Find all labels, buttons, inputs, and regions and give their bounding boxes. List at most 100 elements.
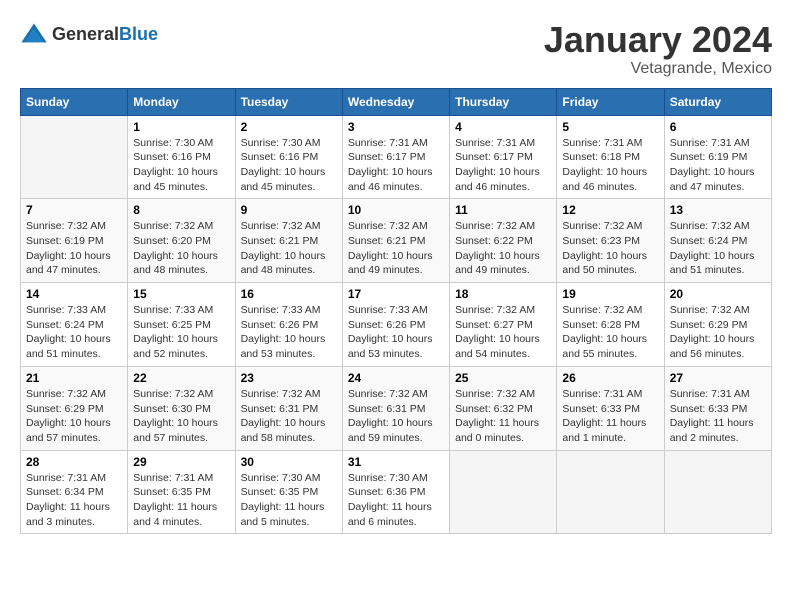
calendar-header-row: Sunday Monday Tuesday Wednesday Thursday… xyxy=(21,88,772,115)
title-block: January 2024 Vetagrande, Mexico xyxy=(544,20,772,78)
day-number: 8 xyxy=(133,203,229,217)
calendar-cell-w1-d1: 1Sunrise: 7:30 AM Sunset: 6:16 PM Daylig… xyxy=(128,115,235,199)
calendar-cell-w4-d5: 26 Sunrise: 7:31 AM Sunset: 6:33 PM Dayli… xyxy=(557,366,664,450)
day-info: Sunrise: 7:30 AM Sunset: 6:16 PM Dayligh… xyxy=(241,136,337,195)
calendar-cell-w2-d4: 11 Sunrise: 7:32 AM Sunset: 6:22 PM Dayli… xyxy=(450,199,557,283)
day-info: Sunrise: 7:31 AM Sunset: 6:17 PM Dayligh… xyxy=(348,136,444,195)
calendar-cell-w5-d6 xyxy=(664,450,771,534)
day-number: 7 xyxy=(26,203,122,217)
day-info: Sunrise: 7:32 AM Sunset: 6:32 PM Dayligh… xyxy=(455,387,551,446)
day-number: 5 xyxy=(562,120,658,134)
day-info: Sunrise: 7:31 AM Sunset: 6:18 PM Dayligh… xyxy=(562,136,658,195)
day-number: 15 xyxy=(133,287,229,301)
calendar-cell-w5-d0: 28 Sunrise: 7:31 AM Sunset: 6:34 PM Dayli… xyxy=(21,450,128,534)
calendar-cell-w5-d5 xyxy=(557,450,664,534)
calendar-week-4: 21Sunrise: 7:32 AM Sunset: 6:29 PM Dayli… xyxy=(21,366,772,450)
day-number: 2 xyxy=(241,120,337,134)
calendar-cell-w4-d2: 23 Sunrise: 7:32 AM Sunset: 6:31 PM Dayli… xyxy=(235,366,342,450)
day-number: 4 xyxy=(455,120,551,134)
day-info: Sunrise: 7:32 AM Sunset: 6:28 PM Dayligh… xyxy=(562,303,658,362)
day-info: Sunrise: 7:31 AM Sunset: 6:34 PM Dayligh… xyxy=(26,471,122,530)
day-info: Sunrise: 7:31 AM Sunset: 6:33 PM Dayligh… xyxy=(562,387,658,446)
day-number: 30 xyxy=(241,455,337,469)
calendar-subtitle: Vetagrande, Mexico xyxy=(544,60,772,78)
day-number: 11 xyxy=(455,203,551,217)
day-info: Sunrise: 7:33 AM Sunset: 6:26 PM Dayligh… xyxy=(241,303,337,362)
calendar-cell-w2-d6: 13 Sunrise: 7:32 AM Sunset: 6:24 PM Dayli… xyxy=(664,199,771,283)
calendar-cell-w2-d0: 7 Sunrise: 7:32 AM Sunset: 6:19 PM Daylig… xyxy=(21,199,128,283)
calendar-cell-w1-d2: 2 Sunrise: 7:30 AM Sunset: 6:16 PM Daylig… xyxy=(235,115,342,199)
logo: GeneralBlue xyxy=(20,20,158,48)
day-number: 20 xyxy=(670,287,766,301)
day-info: Sunrise: 7:32 AM Sunset: 6:23 PM Dayligh… xyxy=(562,219,658,278)
calendar-cell-w5-d1: 29 Sunrise: 7:31 AM Sunset: 6:35 PM Dayli… xyxy=(128,450,235,534)
calendar-cell-w4-d1: 22 Sunrise: 7:32 AM Sunset: 6:30 PM Dayli… xyxy=(128,366,235,450)
header-wednesday: Wednesday xyxy=(342,88,449,115)
calendar-cell-w4-d0: 21Sunrise: 7:32 AM Sunset: 6:29 PM Dayli… xyxy=(21,366,128,450)
day-info: Sunrise: 7:31 AM Sunset: 6:19 PM Dayligh… xyxy=(670,136,766,195)
day-info: Sunrise: 7:32 AM Sunset: 6:27 PM Dayligh… xyxy=(455,303,551,362)
day-number: 16 xyxy=(241,287,337,301)
calendar-cell-w2-d5: 12 Sunrise: 7:32 AM Sunset: 6:23 PM Dayli… xyxy=(557,199,664,283)
day-number: 22 xyxy=(133,371,229,385)
day-number: 28 xyxy=(26,455,122,469)
day-info: Sunrise: 7:32 AM Sunset: 6:22 PM Dayligh… xyxy=(455,219,551,278)
calendar-cell-w5-d4 xyxy=(450,450,557,534)
day-number: 19 xyxy=(562,287,658,301)
day-info: Sunrise: 7:33 AM Sunset: 6:24 PM Dayligh… xyxy=(26,303,122,362)
calendar-cell-w4-d3: 24Sunrise: 7:32 AM Sunset: 6:31 PM Dayli… xyxy=(342,366,449,450)
calendar-cell-w2-d3: 10Sunrise: 7:32 AM Sunset: 6:21 PM Dayli… xyxy=(342,199,449,283)
calendar-table: Sunday Monday Tuesday Wednesday Thursday… xyxy=(20,88,772,535)
calendar-cell-w1-d4: 4Sunrise: 7:31 AM Sunset: 6:17 PM Daylig… xyxy=(450,115,557,199)
day-info: Sunrise: 7:33 AM Sunset: 6:26 PM Dayligh… xyxy=(348,303,444,362)
calendar-cell-w3-d6: 20 Sunrise: 7:32 AM Sunset: 6:29 PM Dayli… xyxy=(664,283,771,367)
day-info: Sunrise: 7:32 AM Sunset: 6:21 PM Dayligh… xyxy=(348,219,444,278)
header-thursday: Thursday xyxy=(450,88,557,115)
day-number: 6 xyxy=(670,120,766,134)
day-info: Sunrise: 7:31 AM Sunset: 6:35 PM Dayligh… xyxy=(133,471,229,530)
day-number: 25 xyxy=(455,371,551,385)
header-tuesday: Tuesday xyxy=(235,88,342,115)
calendar-week-2: 7 Sunrise: 7:32 AM Sunset: 6:19 PM Daylig… xyxy=(21,199,772,283)
logo-blue-text: Blue xyxy=(119,24,158,44)
calendar-cell-w3-d3: 17 Sunrise: 7:33 AM Sunset: 6:26 PM Dayli… xyxy=(342,283,449,367)
day-number: 26 xyxy=(562,371,658,385)
day-info: Sunrise: 7:32 AM Sunset: 6:29 PM Dayligh… xyxy=(670,303,766,362)
day-info: Sunrise: 7:32 AM Sunset: 6:31 PM Dayligh… xyxy=(241,387,337,446)
day-number: 12 xyxy=(562,203,658,217)
calendar-cell-w1-d0 xyxy=(21,115,128,199)
page-header: GeneralBlue January 2024 Vetagrande, Mex… xyxy=(20,20,772,78)
day-number: 3 xyxy=(348,120,444,134)
calendar-week-5: 28 Sunrise: 7:31 AM Sunset: 6:34 PM Dayli… xyxy=(21,450,772,534)
calendar-week-1: 1 Sunrise: 7:30 AM Sunset: 6:16 PM Daylig… xyxy=(21,115,772,199)
day-info: Sunrise: 7:32 AM Sunset: 6:21 PM Dayligh… xyxy=(241,219,337,278)
day-info: Sunrise: 7:32 AM Sunset: 6:20 PM Dayligh… xyxy=(133,219,229,278)
day-number: 17 xyxy=(348,287,444,301)
day-number: 21 xyxy=(26,371,122,385)
day-number: 13 xyxy=(670,203,766,217)
calendar-cell-w1-d3: 3 Sunrise: 7:31 AM Sunset: 6:17 PM Daylig… xyxy=(342,115,449,199)
day-number: 18 xyxy=(455,287,551,301)
calendar-title: January 2024 xyxy=(544,20,772,60)
calendar-cell-w4-d6: 27Sunrise: 7:31 AM Sunset: 6:33 PM Dayli… xyxy=(664,366,771,450)
day-number: 1 xyxy=(133,120,229,134)
day-number: 29 xyxy=(133,455,229,469)
header-saturday: Saturday xyxy=(664,88,771,115)
day-info: Sunrise: 7:32 AM Sunset: 6:31 PM Dayligh… xyxy=(348,387,444,446)
day-info: Sunrise: 7:30 AM Sunset: 6:35 PM Dayligh… xyxy=(241,471,337,530)
header-monday: Monday xyxy=(128,88,235,115)
calendar-cell-w5-d3: 31Sunrise: 7:30 AM Sunset: 6:36 PM Dayli… xyxy=(342,450,449,534)
calendar-cell-w3-d2: 16 Sunrise: 7:33 AM Sunset: 6:26 PM Dayli… xyxy=(235,283,342,367)
calendar-cell-w1-d5: 5 Sunrise: 7:31 AM Sunset: 6:18 PM Daylig… xyxy=(557,115,664,199)
day-info: Sunrise: 7:32 AM Sunset: 6:30 PM Dayligh… xyxy=(133,387,229,446)
day-number: 23 xyxy=(241,371,337,385)
calendar-cell-w3-d5: 19 Sunrise: 7:32 AM Sunset: 6:28 PM Dayli… xyxy=(557,283,664,367)
day-info: Sunrise: 7:30 AM Sunset: 6:36 PM Dayligh… xyxy=(348,471,444,530)
day-info: Sunrise: 7:32 AM Sunset: 6:19 PM Dayligh… xyxy=(26,219,122,278)
day-info: Sunrise: 7:32 AM Sunset: 6:24 PM Dayligh… xyxy=(670,219,766,278)
day-info: Sunrise: 7:33 AM Sunset: 6:25 PM Dayligh… xyxy=(133,303,229,362)
calendar-cell-w4-d4: 25 Sunrise: 7:32 AM Sunset: 6:32 PM Dayli… xyxy=(450,366,557,450)
calendar-week-3: 14Sunrise: 7:33 AM Sunset: 6:24 PM Dayli… xyxy=(21,283,772,367)
calendar-cell-w3-d4: 18 Sunrise: 7:32 AM Sunset: 6:27 PM Dayli… xyxy=(450,283,557,367)
day-number: 9 xyxy=(241,203,337,217)
